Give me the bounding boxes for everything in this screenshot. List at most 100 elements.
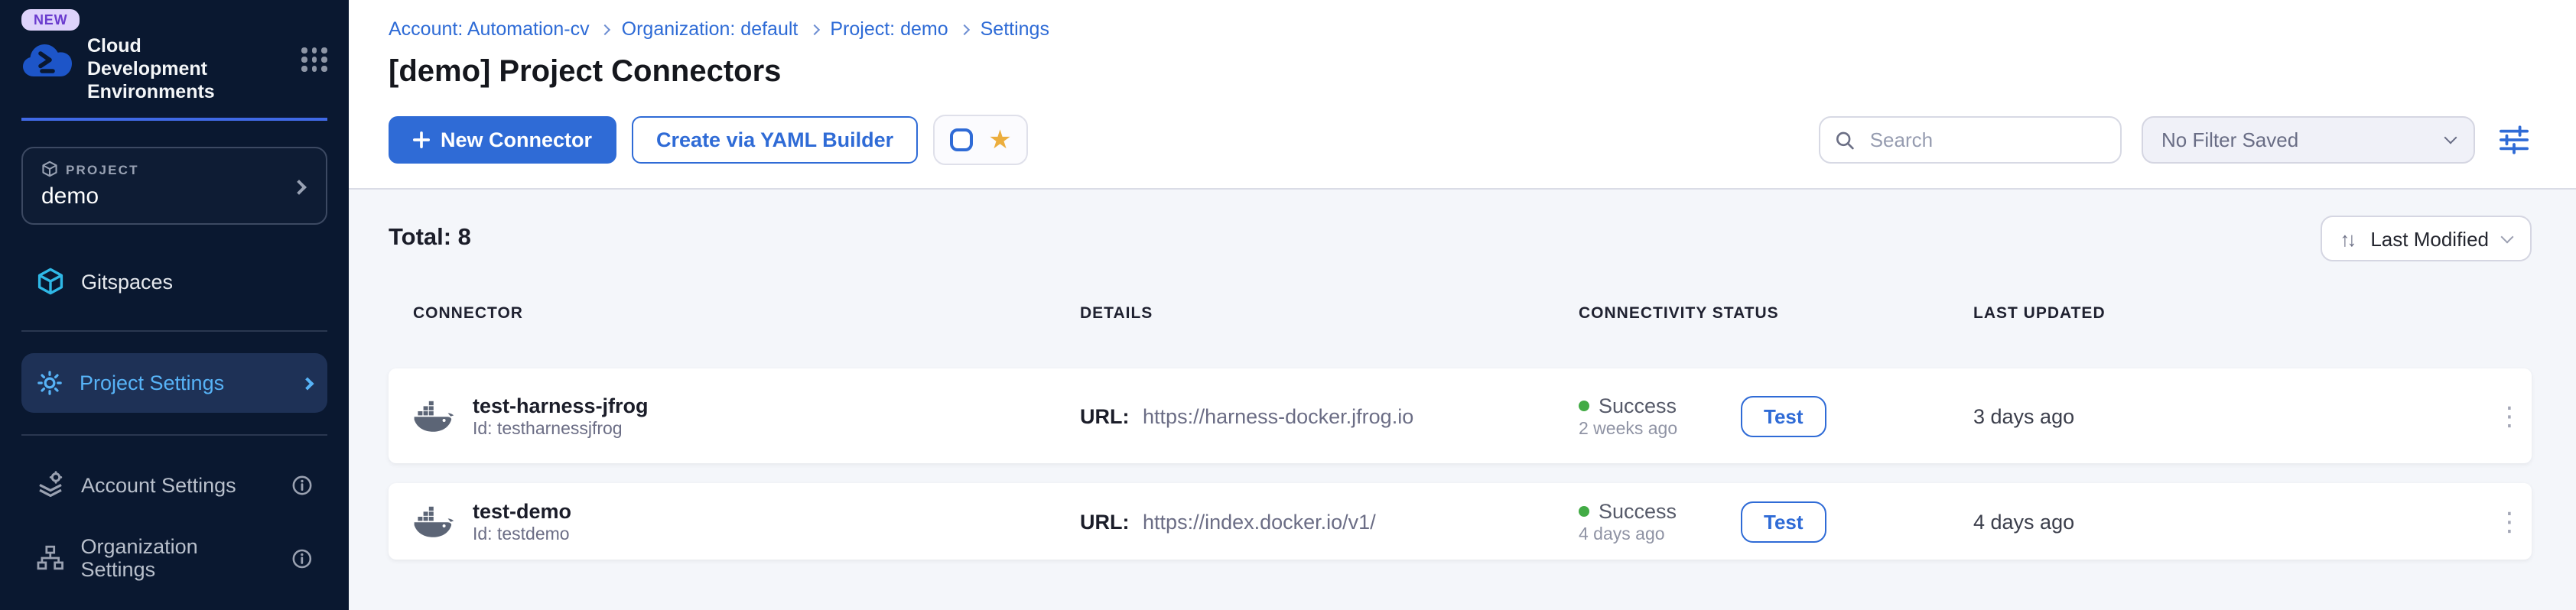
connector-cell: test-demo Id: testdemo xyxy=(413,499,1080,543)
organization-settings-icon xyxy=(37,544,64,572)
page-title: [demo] Project Connectors xyxy=(389,55,2533,90)
toolbar: New Connector Create via YAML Builder ★ xyxy=(389,115,2533,188)
sidebar-item-organization-settings[interactable]: Organization Settings xyxy=(21,521,327,595)
url-value: https://index.docker.io/v1/ xyxy=(1143,510,1376,533)
sidebar-divider xyxy=(21,434,327,436)
brand-row: Cloud Development Environments xyxy=(21,32,327,121)
status-success-dot xyxy=(1579,400,1589,410)
details-cell: URL: https://harness-docker.jfrog.io xyxy=(1080,404,1579,427)
project-selector[interactable]: PROJECT demo xyxy=(21,147,327,225)
status-text: Success xyxy=(1599,394,1677,417)
status-time: 4 days ago xyxy=(1579,525,1741,543)
create-via-yaml-builder-button[interactable]: Create via YAML Builder xyxy=(632,116,918,164)
sort-arrows-icon: ↑↓ xyxy=(2340,227,2353,250)
connectors-content: Total: 8 ↑↓ Last Modified CONNECTOR DETA… xyxy=(349,188,2576,610)
main-panel: Account: Automation-cv Organization: def… xyxy=(349,0,2576,610)
new-badge: NEW xyxy=(21,9,80,31)
account-settings-icon xyxy=(37,471,64,498)
favorites-filter-group: ★ xyxy=(933,115,1029,165)
saved-filter-value: No Filter Saved xyxy=(2161,128,2298,151)
connector-id: Id: testdemo xyxy=(473,525,571,543)
gitspaces-icon xyxy=(37,268,64,295)
chevron-right-icon xyxy=(301,377,314,390)
last-updated-cell: 4 days ago xyxy=(1973,510,2487,533)
sidebar-item-label: Project Settings xyxy=(80,372,224,394)
plus-icon xyxy=(413,131,430,148)
total-count: Total: 8 xyxy=(389,225,471,252)
gear-icon xyxy=(37,370,63,396)
sidebar: NEW Cloud Development Environments xyxy=(0,0,349,610)
docker-icon xyxy=(413,505,454,537)
sort-value: Last Modified xyxy=(2370,227,2489,250)
column-header-connectivity-status: CONNECTIVITY STATUS xyxy=(1579,304,1973,323)
sidebar-item-label: Gitspaces xyxy=(81,270,173,293)
chevron-separator-icon xyxy=(959,24,970,34)
favorite-star-icon[interactable]: ★ xyxy=(988,127,1012,153)
search-input[interactable] xyxy=(1867,127,2105,153)
row-menu-icon[interactable]: ⋮ xyxy=(2487,400,2532,432)
sidebar-divider xyxy=(21,330,327,332)
connector-name: test-demo xyxy=(473,499,571,522)
sidebar-item-account-settings[interactable]: Account Settings xyxy=(21,457,327,512)
sidebar-item-label: Account Settings xyxy=(81,473,236,496)
breadcrumb: Account: Automation-cv Organization: def… xyxy=(389,18,2533,40)
column-header-details: DETAILS xyxy=(1080,304,1579,323)
breadcrumb-project[interactable]: Project: demo xyxy=(830,18,948,40)
chevron-separator-icon xyxy=(600,24,611,34)
row-menu-cell: ⋮ xyxy=(2487,505,2556,537)
row-menu-icon[interactable]: ⋮ xyxy=(2487,505,2532,537)
connector-name-block: test-demo Id: testdemo xyxy=(473,499,571,543)
sidebar-item-gitspaces[interactable]: Gitspaces xyxy=(21,254,327,309)
connector-row[interactable]: test-demo Id: testdemo URL: https://inde… xyxy=(389,483,2532,560)
docker-icon xyxy=(413,400,454,432)
toolbar-right: No Filter Saved xyxy=(1819,116,2533,164)
column-header-connector: CONNECTOR xyxy=(413,304,1080,323)
saved-filter-select[interactable]: No Filter Saved xyxy=(2142,116,2475,164)
sidebar-header: NEW Cloud Development Environments xyxy=(0,0,349,121)
product-title: Cloud Development Environments xyxy=(87,35,243,104)
project-name: demo xyxy=(41,183,307,209)
url-label: URL: xyxy=(1080,404,1130,427)
sort-select[interactable]: ↑↓ Last Modified xyxy=(2320,216,2532,261)
new-connector-button[interactable]: New Connector xyxy=(389,116,616,164)
sidebar-item-project-settings[interactable]: Project Settings xyxy=(21,353,327,413)
page-header: Account: Automation-cv Organization: def… xyxy=(349,0,2576,188)
test-button[interactable]: Test xyxy=(1741,501,1826,542)
search-box xyxy=(1819,116,2122,164)
project-label-row: PROJECT xyxy=(41,161,307,177)
cloud-logo-icon xyxy=(21,40,73,87)
chevron-separator-icon xyxy=(808,24,819,34)
url-value: https://harness-docker.jfrog.io xyxy=(1143,404,1413,427)
search-icon xyxy=(1836,129,1855,151)
sidebar-item-label: Organization Settings xyxy=(81,535,276,581)
filter-settings-button[interactable] xyxy=(2495,122,2533,157)
info-icon xyxy=(292,548,312,568)
favorites-checkbox[interactable] xyxy=(950,128,973,151)
test-button[interactable]: Test xyxy=(1741,395,1826,436)
status-block: Success 4 days ago xyxy=(1579,499,1741,543)
last-updated-cell: 3 days ago xyxy=(1973,404,2487,427)
app-grid-icon[interactable] xyxy=(301,47,327,71)
toolbar-left: New Connector Create via YAML Builder ★ xyxy=(389,115,1029,165)
status-block: Success 2 weeks ago xyxy=(1579,394,1741,438)
status-time: 2 weeks ago xyxy=(1579,420,1741,438)
cube-icon xyxy=(41,161,58,177)
chevron-down-icon xyxy=(2501,230,2514,243)
connector-name-block: test-harness-jfrog Id: testharnessjfrog xyxy=(473,394,649,438)
new-connector-label: New Connector xyxy=(441,128,592,151)
status-text: Success xyxy=(1599,499,1677,522)
chevron-down-icon xyxy=(2444,131,2457,144)
status-success-dot xyxy=(1579,505,1589,516)
breadcrumb-organization[interactable]: Organization: default xyxy=(622,18,798,40)
filter-sliders-icon xyxy=(2498,125,2530,154)
breadcrumb-account[interactable]: Account: Automation-cv xyxy=(389,18,590,40)
breadcrumb-settings[interactable]: Settings xyxy=(981,18,1049,40)
info-icon xyxy=(292,475,312,495)
connector-row[interactable]: test-harness-jfrog Id: testharnessjfrog … xyxy=(389,368,2532,463)
table-header: CONNECTOR DETAILS CONNECTIVITY STATUS LA… xyxy=(389,304,2532,323)
list-toolbar: Total: 8 ↑↓ Last Modified xyxy=(389,216,2532,261)
connector-id: Id: testharnessjfrog xyxy=(473,420,649,438)
column-header-last-updated: LAST UPDATED xyxy=(1973,304,2487,323)
app-viewport: NEW Cloud Development Environments xyxy=(0,0,2576,610)
connector-cell: test-harness-jfrog Id: testharnessjfrog xyxy=(413,394,1080,438)
